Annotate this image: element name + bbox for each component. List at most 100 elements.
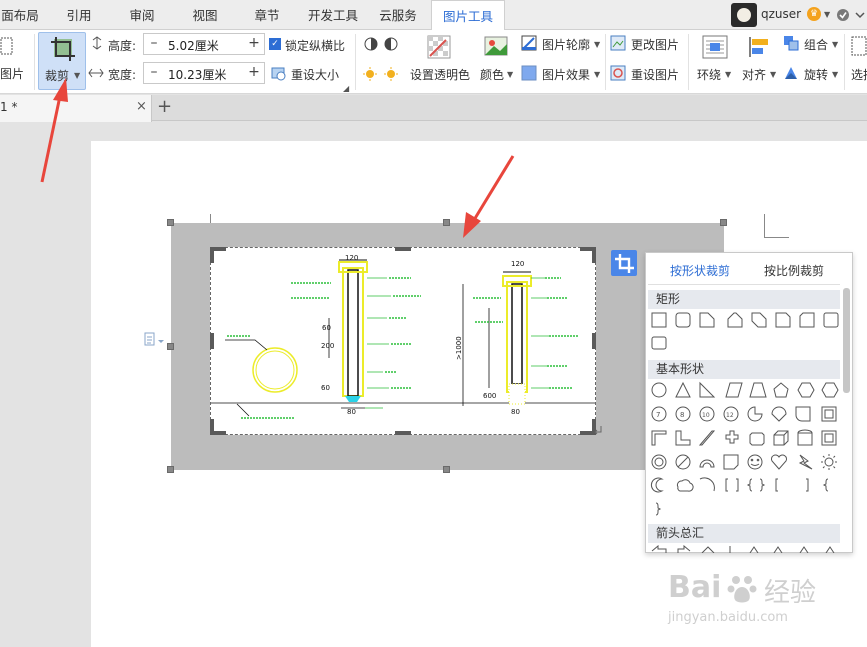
picture-outline-icon[interactable] xyxy=(521,35,537,51)
collapse-icon[interactable] xyxy=(854,9,866,21)
new-tab-icon[interactable]: + xyxy=(157,96,172,117)
watermark: Bai 经验 jingyan.baidu.com xyxy=(668,570,858,630)
rotate-icon[interactable] xyxy=(783,65,799,81)
group-dropdown-icon[interactable]: ▼ xyxy=(832,40,838,49)
width-icon xyxy=(88,68,104,78)
tab-view[interactable]: 视图 xyxy=(182,0,228,30)
reset-size-label[interactable]: 重设大小 xyxy=(291,66,339,83)
width-decrease-button[interactable]: – xyxy=(144,63,164,83)
crop-label: 裁剪 xyxy=(45,69,70,83)
resize-handle[interactable] xyxy=(167,343,174,350)
width-stepper[interactable]: – 10.23厘米 + xyxy=(143,62,265,84)
right-dim-b: 600 xyxy=(483,392,496,400)
contrast-icons[interactable] xyxy=(364,36,400,52)
select-icon[interactable] xyxy=(851,36,867,56)
tab-references[interactable]: 引用 xyxy=(56,0,102,30)
change-picture-icon[interactable] xyxy=(610,35,626,51)
shield-icon[interactable] xyxy=(836,8,850,22)
color-label[interactable]: 颜色 xyxy=(480,66,504,83)
crop-dropdown-icon[interactable]: ▼ xyxy=(74,71,80,80)
crop-handle[interactable] xyxy=(395,247,411,251)
outline-dropdown-icon[interactable]: ▼ xyxy=(594,40,600,49)
crop-handle[interactable] xyxy=(210,333,214,349)
picture-effect-label[interactable]: 图片效果 xyxy=(542,66,590,83)
color-icon[interactable] xyxy=(484,36,510,58)
select-label[interactable]: 选择 xyxy=(851,66,867,83)
wrap-dropdown-icon[interactable]: ▼ xyxy=(725,70,731,79)
picture-effect-icon[interactable] xyxy=(521,65,537,81)
picture-icon[interactable] xyxy=(0,36,14,58)
circle-number-8: 8 xyxy=(680,411,684,419)
tab-cloud-service[interactable]: 云服务 xyxy=(372,0,424,30)
resize-handle[interactable] xyxy=(443,219,450,226)
picture-label[interactable]: 图片 xyxy=(0,65,24,82)
crop-quick-button[interactable] xyxy=(611,250,637,276)
avatar[interactable] xyxy=(731,3,757,27)
tab-review[interactable]: 审阅 xyxy=(119,0,165,30)
right-top-dim: 120 xyxy=(511,260,524,268)
basic-shapes[interactable]: 7 8 10 12 xyxy=(650,381,840,517)
resize-handle[interactable] xyxy=(167,219,174,226)
size-dialog-launcher-icon[interactable]: ◢ xyxy=(343,84,349,93)
tab-crop-by-shape[interactable]: 按形状裁剪 xyxy=(670,262,730,279)
drawing-svg: 120 60 200 60 80 120 >1000 600 80 xyxy=(211,254,601,419)
height-stepper[interactable]: – 5.02厘米 + xyxy=(143,33,265,55)
group-label[interactable]: 组合 xyxy=(804,36,828,53)
reset-size-icon[interactable] xyxy=(270,65,286,81)
align-label[interactable]: 对齐 xyxy=(742,66,766,83)
tab-picture-tools[interactable]: 图片工具 xyxy=(431,0,505,31)
tab-developer[interactable]: 开发工具 xyxy=(302,0,364,30)
left-dim-b: 200 xyxy=(321,342,334,350)
width-increase-button[interactable]: + xyxy=(244,63,264,83)
effect-dropdown-icon[interactable]: ▼ xyxy=(594,70,600,79)
layout-options-icon[interactable] xyxy=(143,332,165,348)
resize-handle[interactable] xyxy=(167,466,174,473)
watermark-brand-2: 经验 xyxy=(764,578,817,608)
change-picture-label[interactable]: 更改图片 xyxy=(631,36,679,53)
color-dropdown-icon[interactable]: ▼ xyxy=(507,70,513,79)
tab-bar: 面布局 引用 审阅 视图 章节 开发工具 云服务 图片工具 qzuser ♛ ▼ xyxy=(0,0,867,31)
rotate-label[interactable]: 旋转 xyxy=(804,66,828,83)
lock-ratio-label[interactable]: 锁定纵横比 xyxy=(285,37,345,54)
tab-page-layout[interactable]: 面布局 xyxy=(0,0,42,30)
user-area[interactable]: qzuser ♛ ▼ xyxy=(727,0,867,30)
engineering-drawing-image[interactable]: 120 60 200 60 80 120 >1000 600 80 xyxy=(210,247,601,435)
crop-handle[interactable] xyxy=(210,247,214,263)
wrap-label[interactable]: 环绕 xyxy=(697,66,721,83)
chevron-down-icon[interactable]: ▼ xyxy=(824,10,830,19)
picture-outline-label[interactable]: 图片轮廓 xyxy=(542,36,590,53)
align-dropdown-icon[interactable]: ▼ xyxy=(770,70,776,79)
tab-crop-by-ratio[interactable]: 按比例裁剪 xyxy=(764,262,824,279)
tab-chapter[interactable]: 章节 xyxy=(244,0,290,30)
width-value[interactable]: 10.23厘米 xyxy=(168,66,226,83)
reset-picture-label[interactable]: 重设图片 xyxy=(631,66,679,83)
group-icon[interactable] xyxy=(783,35,799,51)
reset-picture-icon[interactable] xyxy=(610,65,626,81)
crop-handle[interactable] xyxy=(395,431,411,435)
wrap-icon[interactable] xyxy=(702,35,728,59)
crop-handle[interactable] xyxy=(592,333,596,349)
crop-handle[interactable] xyxy=(210,419,214,435)
arrow-shapes[interactable] xyxy=(650,545,840,553)
resize-handle[interactable] xyxy=(443,466,450,473)
resize-handle[interactable] xyxy=(720,219,727,226)
crop-button[interactable]: 裁剪 ▼ xyxy=(38,32,86,90)
crop-icon xyxy=(51,37,75,61)
lock-ratio-checkbox[interactable]: ✓ xyxy=(269,38,281,50)
close-icon[interactable]: × xyxy=(136,99,147,114)
rotate-dropdown-icon[interactable]: ▼ xyxy=(832,70,838,79)
section-basic-shapes: 基本形状 xyxy=(648,360,840,379)
brightness-icons[interactable] xyxy=(362,66,402,82)
transparent-color-label[interactable]: 设置透明色 xyxy=(410,66,470,83)
rectangle-shapes[interactable] xyxy=(650,311,840,353)
height-value[interactable]: 5.02厘米 xyxy=(168,37,219,54)
left-top-dim: 120 xyxy=(345,254,358,262)
align-icon[interactable] xyxy=(747,35,771,59)
document-tab[interactable]: 1 * × xyxy=(0,95,152,122)
crop-handle[interactable] xyxy=(592,247,596,263)
height-decrease-button[interactable]: – xyxy=(144,34,164,54)
document-tab-title[interactable]: 1 * xyxy=(0,100,17,114)
transparent-color-icon[interactable] xyxy=(426,34,452,60)
height-increase-button[interactable]: + xyxy=(244,34,264,54)
panel-scrollbar[interactable] xyxy=(843,288,850,393)
